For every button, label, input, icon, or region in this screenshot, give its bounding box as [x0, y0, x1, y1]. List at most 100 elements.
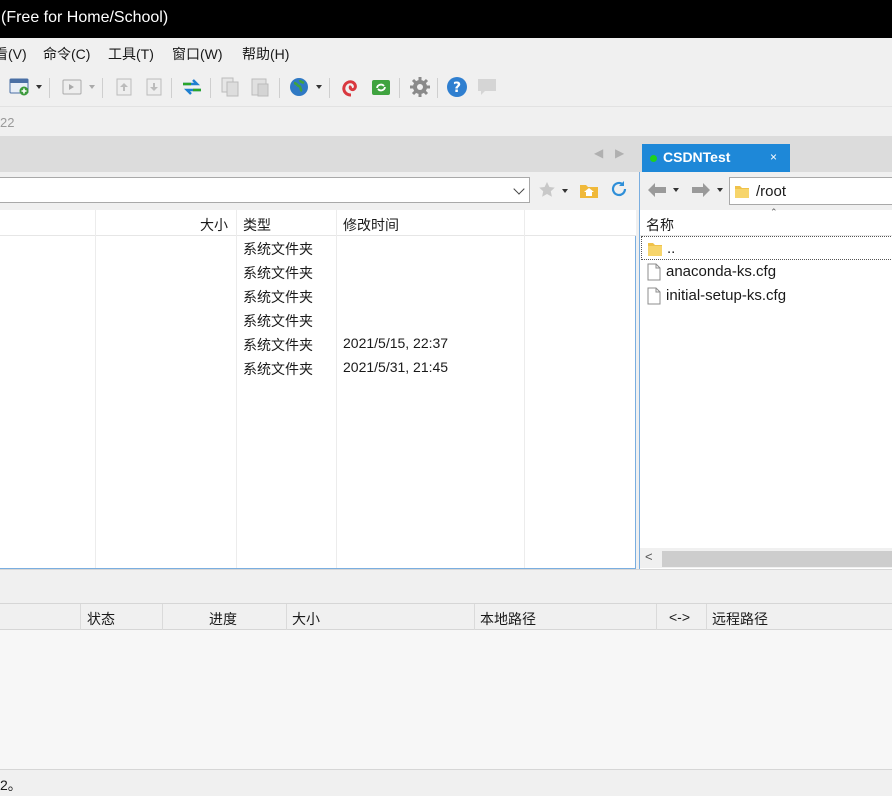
toolbar-separator	[171, 78, 172, 98]
file-name: ..	[667, 240, 676, 257]
scrollbar-thumb[interactable]	[662, 551, 892, 567]
globe-dropdown-icon[interactable]	[316, 85, 322, 89]
file-name: initial-setup-ks.cfg	[666, 287, 787, 304]
status-bar: 2。	[0, 769, 892, 796]
connection-status-icon	[650, 155, 657, 162]
row-modified: 2021/5/31, 21:45	[343, 359, 449, 375]
row-modified: 2021/5/15, 22:37	[343, 335, 449, 351]
column-size[interactable]: 大小	[200, 215, 228, 235]
queue-col-remote-path[interactable]: 远程路径	[712, 609, 768, 629]
sort-ascending-icon: ⌃	[770, 207, 778, 217]
download-icon[interactable]	[143, 76, 165, 98]
toolbar: ?	[0, 70, 892, 106]
remote-column-header: 名称 ⌃	[640, 207, 892, 236]
file-name: anaconda-ks.cfg	[666, 263, 777, 280]
remote-file-row[interactable]: ..	[641, 236, 892, 260]
local-row[interactable]: 系统文件夹	[0, 236, 636, 260]
status-text: 2。	[0, 777, 22, 793]
queue-col-size[interactable]: 大小	[292, 609, 320, 629]
local-row[interactable]: 系统文件夹	[0, 308, 636, 332]
new-session-icon[interactable]	[9, 76, 31, 98]
menu-view[interactable]: 看(V)	[0, 44, 27, 64]
queue-col-progress[interactable]: 进度	[209, 609, 237, 629]
menu-help[interactable]: 帮助(H)	[242, 44, 289, 64]
back-arrow-icon[interactable]	[646, 181, 668, 202]
toolbar-separator	[437, 78, 438, 98]
toolbar-separator	[49, 78, 50, 98]
svg-text:?: ?	[453, 80, 461, 96]
menu-command[interactable]: 命令(C)	[43, 44, 90, 64]
menu-window[interactable]: 窗口(W)	[172, 44, 223, 64]
refresh-icon[interactable]	[609, 180, 629, 203]
tab-strip: ◀ ▶ CSDNTest ×	[0, 136, 892, 172]
column-divider[interactable]	[80, 604, 81, 630]
queue-col-status[interactable]: 状态	[87, 609, 115, 629]
tab-close-icon[interactable]: ×	[770, 150, 777, 164]
window-title: (Free for Home/School)	[1, 9, 169, 26]
toolbar-separator	[399, 78, 400, 98]
queue-divider	[0, 569, 892, 603]
session-text: 22	[0, 115, 15, 130]
forward-dropdown-icon[interactable]	[717, 188, 723, 192]
sync-icon[interactable]	[370, 76, 392, 98]
row-type: 系统文件夹	[243, 313, 313, 329]
local-row[interactable]: 系统文件夹	[0, 260, 636, 284]
terminal-dropdown-icon[interactable]	[89, 85, 95, 89]
forward-arrow-icon[interactable]	[690, 181, 712, 202]
file-icon	[646, 287, 662, 308]
settings-icon[interactable]	[409, 76, 431, 98]
globe-icon[interactable]	[288, 76, 310, 98]
column-divider[interactable]	[162, 604, 163, 630]
remote-file-row[interactable]: initial-setup-ks.cfg	[641, 284, 892, 308]
help-icon[interactable]: ?	[446, 76, 468, 98]
column-type[interactable]: 类型	[243, 215, 271, 235]
tab-prev-icon[interactable]: ◀	[594, 146, 603, 160]
column-divider[interactable]	[656, 604, 657, 630]
chat-icon[interactable]	[476, 76, 498, 98]
queue-list[interactable]	[0, 630, 892, 769]
upload-icon[interactable]	[113, 76, 135, 98]
row-type: 系统文件夹	[243, 241, 313, 257]
row-type: 系统文件夹	[243, 361, 313, 377]
queue-col-direction[interactable]: <->	[669, 609, 690, 625]
column-divider[interactable]	[706, 604, 707, 630]
column-modified[interactable]: 修改时间	[343, 215, 399, 235]
toolbar-separator	[210, 78, 211, 98]
back-dropdown-icon[interactable]	[673, 188, 679, 192]
column-divider[interactable]	[474, 604, 475, 630]
remote-pane: /root 名称 ⌃ .. anaconda-ks.cfg initial-se…	[639, 172, 892, 569]
title-bar: (Free for Home/School)	[0, 0, 892, 38]
new-session-dropdown-icon[interactable]	[36, 85, 42, 89]
remote-file-row[interactable]: anaconda-ks.cfg	[641, 260, 892, 284]
queue-header: 状态 进度 大小 本地路径 <-> 远程路径	[0, 603, 892, 630]
scroll-left-icon[interactable]: <	[645, 549, 653, 564]
local-path-combo[interactable]	[0, 177, 530, 203]
menu-bar: 看(V) 命令(C) 工具(T) 窗口(W) 帮助(H)	[0, 38, 892, 70]
menu-tools[interactable]: 工具(T)	[108, 44, 154, 64]
horizontal-scrollbar[interactable]: <	[640, 548, 892, 568]
copy-icon[interactable]	[219, 76, 241, 98]
home-folder-icon[interactable]	[579, 180, 599, 203]
spiral-icon[interactable]	[340, 76, 362, 98]
column-name[interactable]: 名称	[646, 215, 674, 235]
remote-path-field[interactable]: /root	[729, 177, 892, 205]
terminal-icon[interactable]	[61, 76, 83, 98]
toolbar-separator	[102, 78, 103, 98]
local-row[interactable]: 系统文件夹 2021/5/15, 22:37	[0, 332, 636, 356]
chevron-down-icon[interactable]	[513, 183, 525, 195]
local-path-bar	[0, 172, 636, 210]
toolbar-separator	[279, 78, 280, 98]
column-divider[interactable]	[286, 604, 287, 630]
tab-next-icon[interactable]: ▶	[615, 146, 624, 160]
bookmark-dropdown-icon[interactable]	[562, 189, 568, 193]
tab-csdntest[interactable]: CSDNTest ×	[642, 144, 790, 172]
row-type: 系统文件夹	[243, 265, 313, 281]
folder-icon	[647, 240, 663, 261]
bookmark-star-icon[interactable]	[538, 181, 556, 202]
remote-path-text: /root	[756, 183, 787, 200]
queue-col-local-path[interactable]: 本地路径	[480, 609, 536, 629]
local-row[interactable]: 系统文件夹	[0, 284, 636, 308]
transfer-icon[interactable]	[180, 76, 204, 98]
paste-icon[interactable]	[249, 76, 271, 98]
local-row[interactable]: 系统文件夹 2021/5/31, 21:45	[0, 356, 636, 380]
